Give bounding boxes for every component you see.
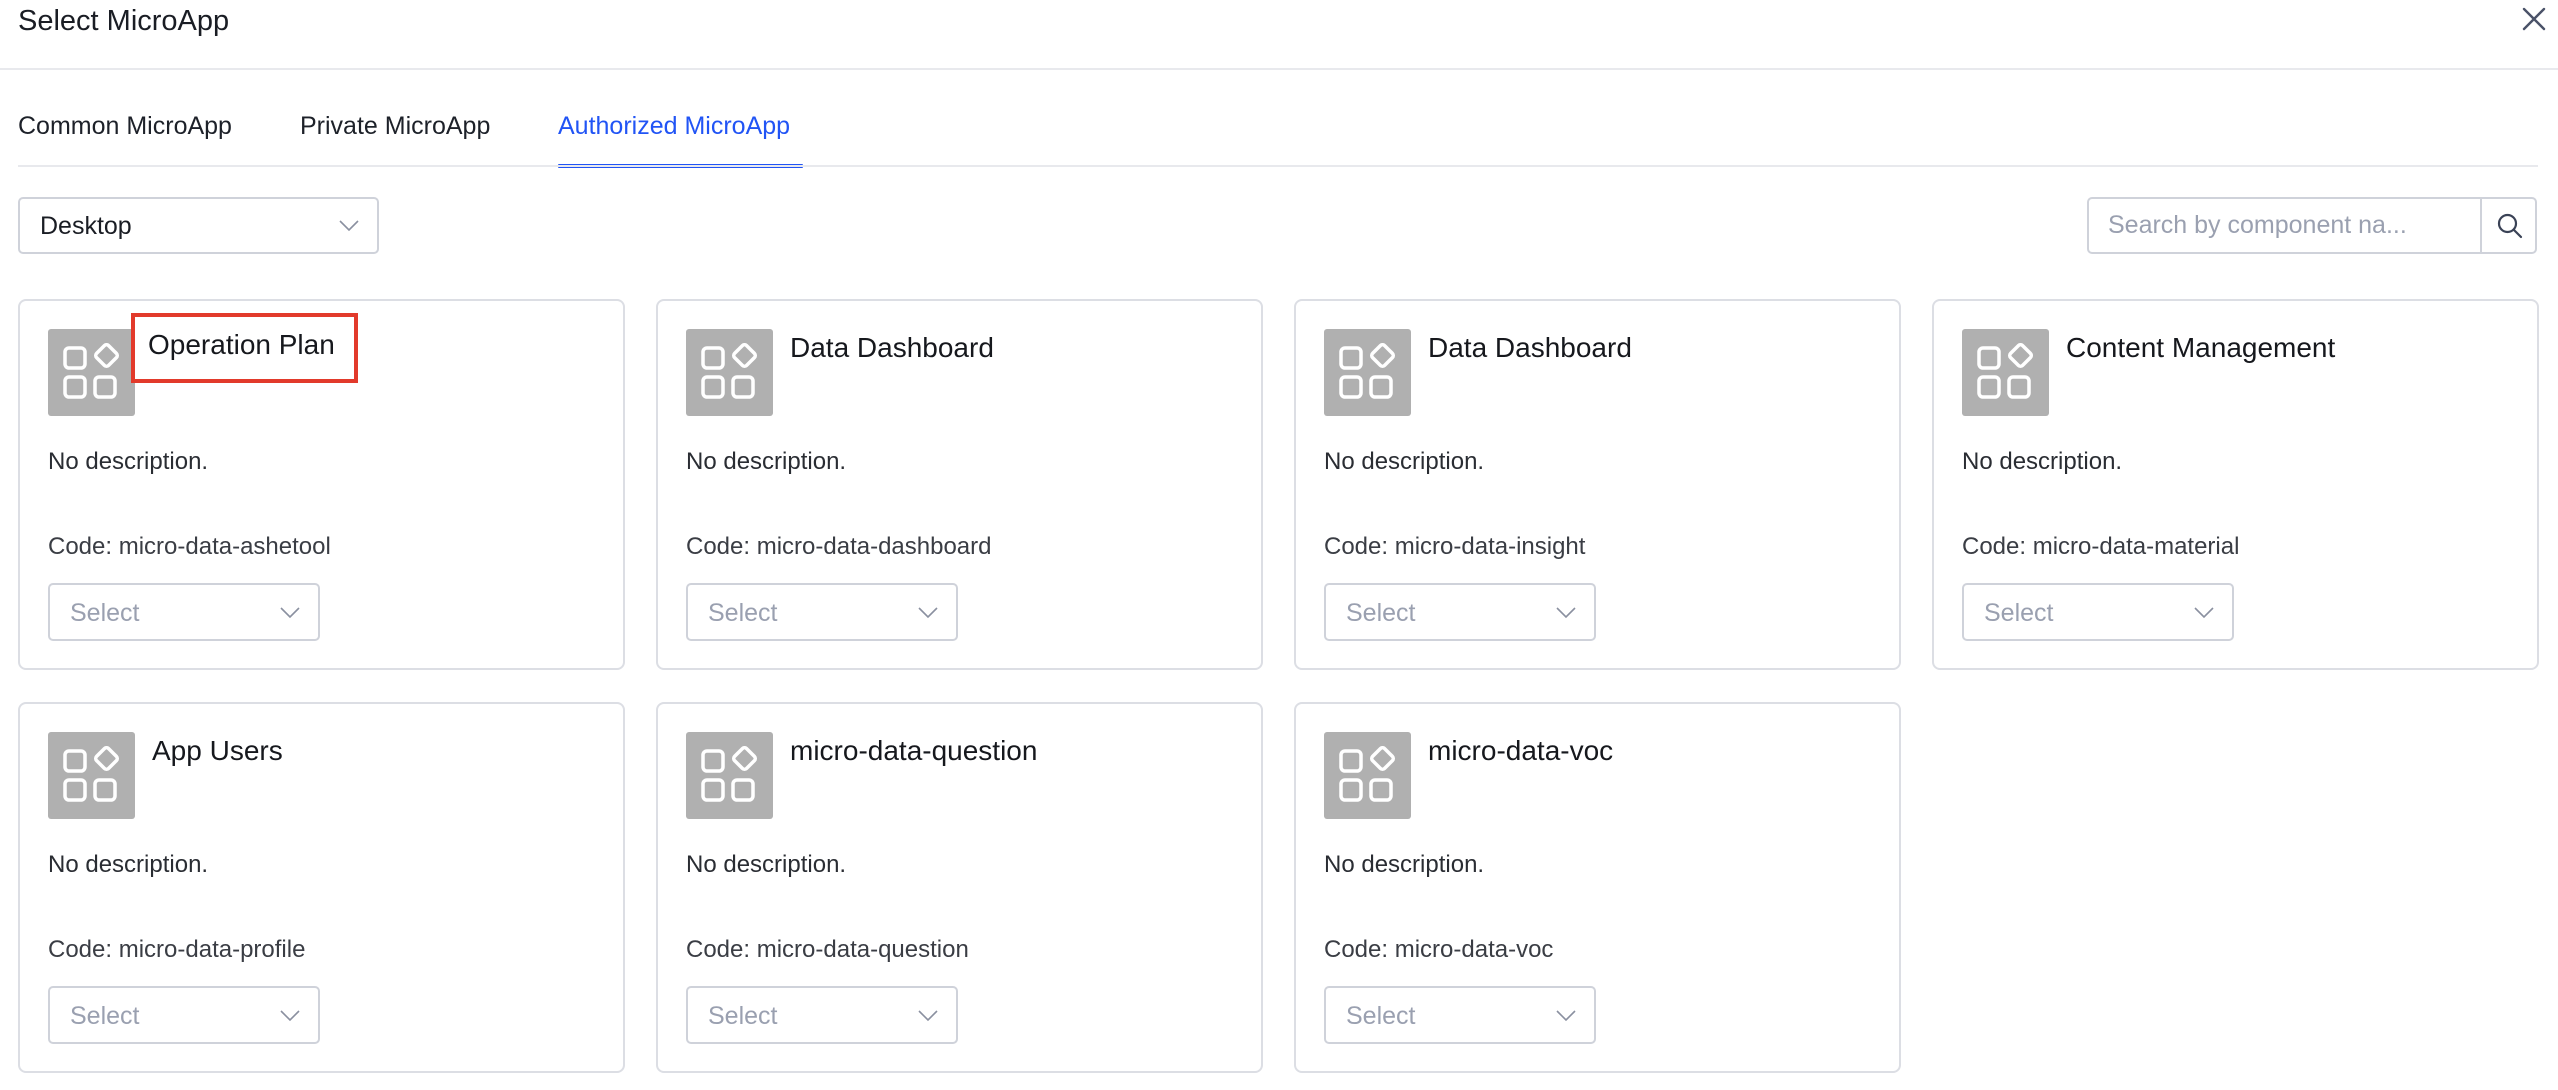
card-description: No description. xyxy=(48,851,209,878)
card-version-select[interactable]: Select xyxy=(1324,583,1596,641)
chevron-down-icon xyxy=(1556,1010,1576,1022)
apps-grid-icon xyxy=(701,746,758,802)
card-version-select[interactable]: Select xyxy=(48,986,320,1044)
apps-grid-icon xyxy=(63,746,120,802)
card-description: No description. xyxy=(48,448,209,475)
microapp-card[interactable]: Content Management No description. Code:… xyxy=(1932,299,2539,670)
card-select-placeholder: Select xyxy=(70,1002,140,1030)
chevron-down-icon xyxy=(918,1010,938,1022)
card-title: micro-data-question xyxy=(790,735,1038,766)
card-select-placeholder: Select xyxy=(708,599,778,627)
search-icon xyxy=(2497,213,2523,239)
card-title: micro-data-voc xyxy=(1428,735,1614,766)
card-title-highlighted: Operation Plan xyxy=(131,313,358,383)
card-select-placeholder: Select xyxy=(708,1002,778,1030)
card-description: No description. xyxy=(1324,448,1485,475)
card-title: Content Management xyxy=(2066,332,2336,363)
search-button[interactable] xyxy=(2480,199,2535,252)
microapp-card[interactable]: App Users No description. Code: micro-da… xyxy=(18,702,625,1073)
app-icon xyxy=(48,329,135,416)
card-description: No description. xyxy=(686,448,847,475)
close-button[interactable] xyxy=(2518,4,2550,34)
search-box xyxy=(2087,197,2537,254)
app-icon xyxy=(1324,732,1411,819)
card-code: Code: micro-data-ashetool xyxy=(48,533,331,560)
platform-select-value: Desktop xyxy=(40,212,132,240)
card-code: Code: micro-data-material xyxy=(1962,533,2240,560)
card-code: Code: micro-data-insight xyxy=(1324,533,1586,560)
card-select-placeholder: Select xyxy=(70,599,140,627)
microapp-grid: Operation Plan No description. Code: mic… xyxy=(18,299,2540,1073)
card-version-select[interactable]: Select xyxy=(686,583,958,641)
card-title: Data Dashboard xyxy=(790,332,994,363)
card-version-select[interactable]: Select xyxy=(1324,986,1596,1044)
search-input[interactable] xyxy=(2089,199,2481,252)
chevron-down-icon xyxy=(280,1010,300,1022)
tab-private-microapp[interactable]: Private MicroApp xyxy=(300,108,490,144)
chevron-down-icon xyxy=(339,220,359,232)
tab-authorized-microapp[interactable]: Authorized MicroApp xyxy=(558,108,790,144)
app-icon xyxy=(1962,329,2049,416)
card-code: Code: micro-data-voc xyxy=(1324,936,1554,963)
microapp-card[interactable]: micro-data-question No description. Code… xyxy=(656,702,1263,1073)
platform-select[interactable]: Desktop xyxy=(18,197,379,254)
card-version-select[interactable]: Select xyxy=(1962,583,2234,641)
apps-grid-icon xyxy=(1977,343,2034,399)
card-version-select[interactable]: Select xyxy=(686,986,958,1044)
app-icon xyxy=(48,732,135,819)
apps-grid-icon xyxy=(1339,343,1396,399)
card-code: Code: micro-data-dashboard xyxy=(686,533,992,560)
app-icon xyxy=(686,732,773,819)
microapp-card[interactable]: micro-data-voc No description. Code: mic… xyxy=(1294,702,1901,1073)
chevron-down-icon xyxy=(2194,607,2214,619)
apps-grid-icon xyxy=(701,343,758,399)
chevron-down-icon xyxy=(918,607,938,619)
app-icon xyxy=(1324,329,1411,416)
app-icon xyxy=(686,329,773,416)
card-title: Data Dashboard xyxy=(1428,332,1632,363)
card-select-placeholder: Select xyxy=(1984,599,2054,627)
card-description: No description. xyxy=(1324,851,1485,878)
card-code: Code: micro-data-question xyxy=(686,936,969,963)
tab-common-microapp[interactable]: Common MicroApp xyxy=(18,108,232,144)
chevron-down-icon xyxy=(280,607,300,619)
microapp-card[interactable]: Operation Plan No description. Code: mic… xyxy=(18,299,625,670)
dialog-title: Select MicroApp xyxy=(18,5,230,37)
card-code: Code: micro-data-profile xyxy=(48,936,306,963)
microapp-card[interactable]: Data Dashboard No description. Code: mic… xyxy=(1294,299,1901,670)
apps-grid-icon xyxy=(63,343,120,399)
card-version-select[interactable]: Select xyxy=(48,583,320,641)
close-icon xyxy=(2522,7,2546,31)
apps-grid-icon xyxy=(1339,746,1396,802)
card-title: App Users xyxy=(152,735,283,766)
card-description: No description. xyxy=(1962,448,2123,475)
tabs-divider xyxy=(18,165,2538,167)
chevron-down-icon xyxy=(1556,607,1576,619)
header-divider xyxy=(0,68,2558,70)
card-description: No description. xyxy=(686,851,847,878)
card-select-placeholder: Select xyxy=(1346,1002,1416,1030)
microapp-card[interactable]: Data Dashboard No description. Code: mic… xyxy=(656,299,1263,670)
card-select-placeholder: Select xyxy=(1346,599,1416,627)
